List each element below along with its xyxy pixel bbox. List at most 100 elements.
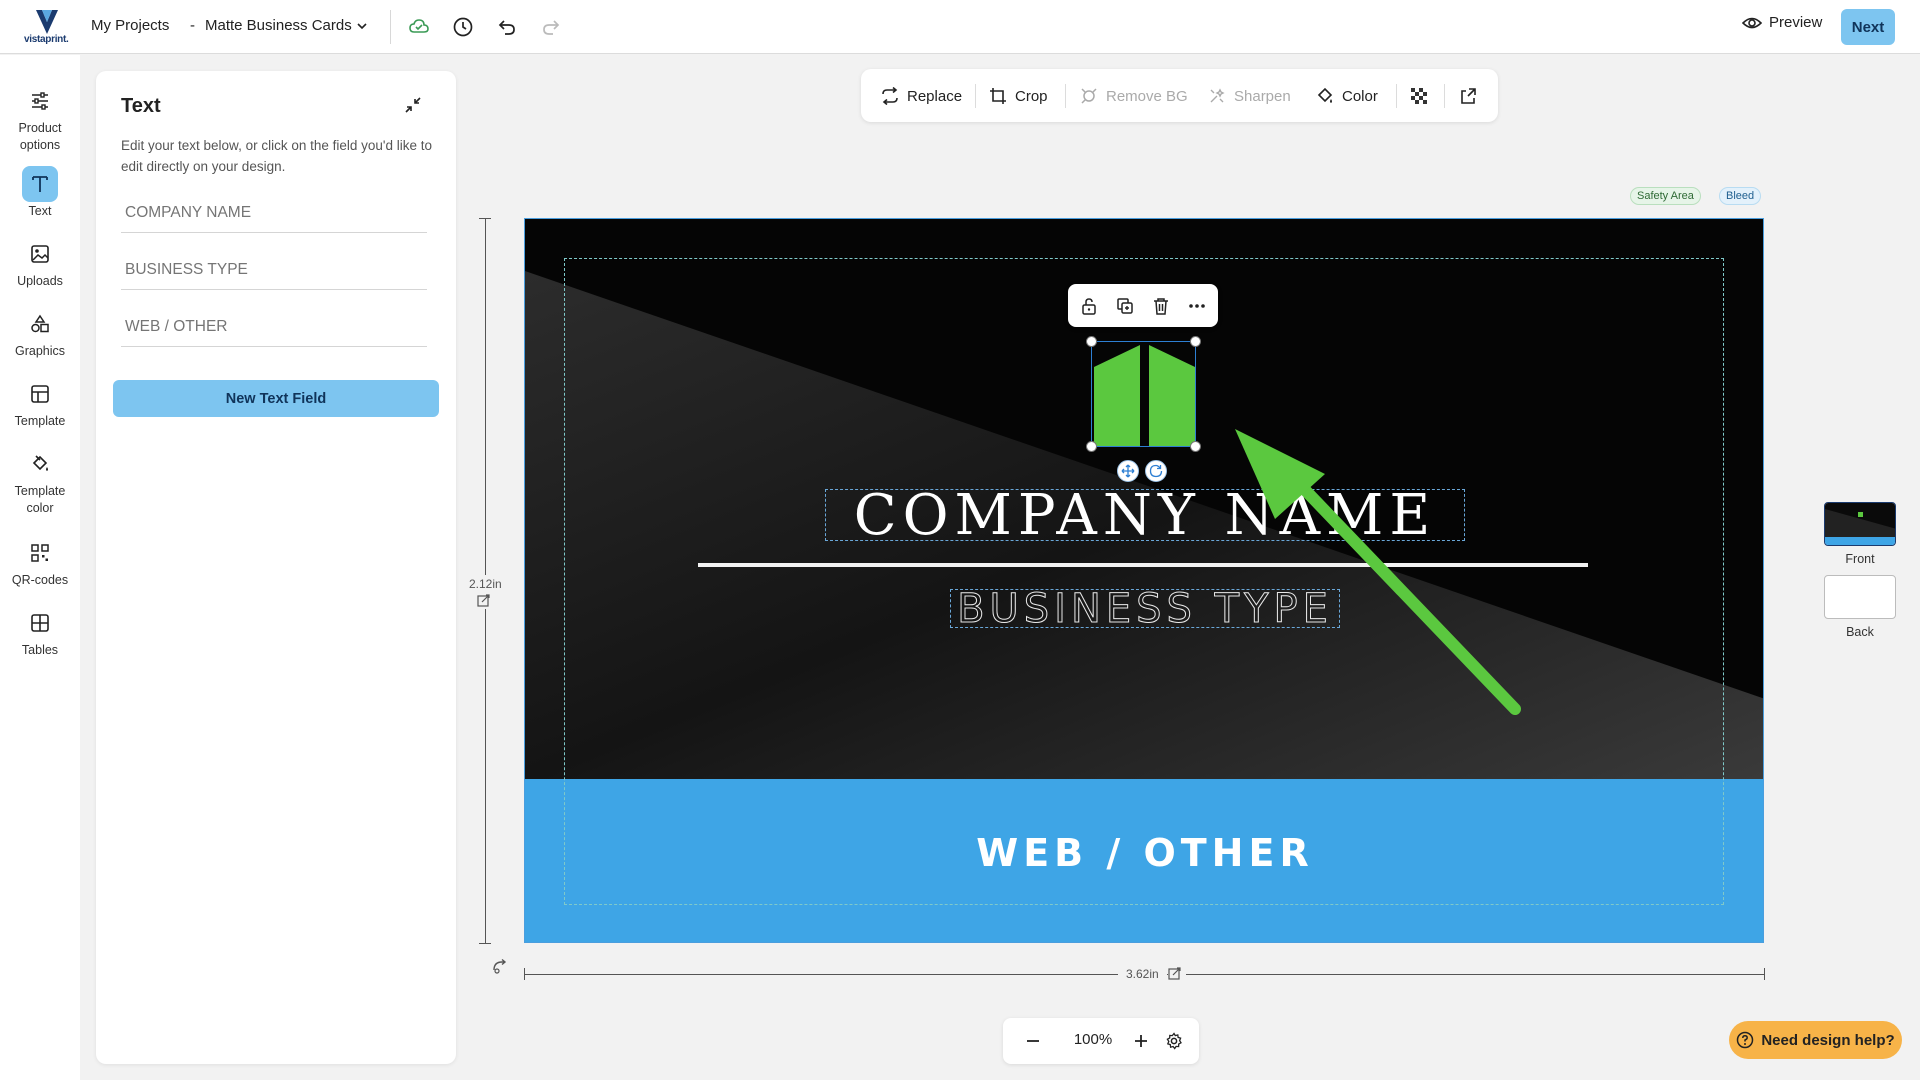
new-text-field-button[interactable]: New Text Field: [113, 380, 439, 417]
qr-code-icon: [22, 535, 58, 571]
panel-description: Edit your text below, or click on the fi…: [121, 138, 432, 174]
rotate-icon[interactable]: [1145, 460, 1167, 482]
redo-icon[interactable]: [538, 14, 564, 40]
resize-handle[interactable]: [1190, 336, 1201, 347]
logo-text: vistaprint.: [24, 34, 69, 45]
eye-icon: [1742, 17, 1762, 28]
safety-area-tag[interactable]: Safety Area: [1630, 187, 1701, 205]
rail-label: Uploads: [17, 274, 63, 288]
need-design-help-button[interactable]: Need design help?: [1729, 1021, 1902, 1059]
share-export-icon[interactable]: [1459, 84, 1477, 108]
cloud-saved-icon[interactable]: [406, 14, 432, 40]
rail-item-product-options[interactable]: Product options: [0, 83, 80, 154]
toolbar-divider: [1065, 84, 1066, 108]
replace-button[interactable]: Replace: [881, 84, 962, 108]
rail-label: Template: [14, 414, 66, 428]
logo-selection-box[interactable]: [1086, 336, 1201, 452]
rail-label: Template color: [14, 484, 66, 515]
back-page-label: Back: [1846, 625, 1874, 639]
back-page-thumbnail[interactable]: [1824, 575, 1896, 619]
rail-item-text[interactable]: Text: [0, 166, 80, 220]
paint-bucket-icon: [22, 446, 58, 482]
rail-item-uploads[interactable]: Uploads: [0, 236, 80, 290]
document-title-dropdown[interactable]: - Matte Business Cards: [190, 17, 368, 34]
ruler-tick: [524, 968, 525, 980]
rail-item-tables[interactable]: Tables: [0, 605, 80, 659]
selection-toolbar: [1068, 284, 1218, 327]
paint-bucket-icon: [1317, 87, 1333, 103]
sharpen-button[interactable]: Sharpen: [1208, 84, 1291, 108]
next-button[interactable]: Next: [1841, 9, 1895, 45]
help-question-icon: [1737, 1031, 1754, 1049]
crop-button[interactable]: Crop: [989, 84, 1048, 108]
rail-item-qr-codes[interactable]: QR-codes: [0, 535, 80, 589]
color-label: Color: [1342, 87, 1378, 105]
ruler-tick: [1764, 968, 1765, 980]
rail-label: QR-codes: [11, 573, 69, 587]
text-panel: Text Edit your text below, or click on t…: [96, 71, 456, 1064]
building-logo[interactable]: [1092, 342, 1197, 448]
doc-title-prefix: -: [190, 17, 195, 34]
business-type-field[interactable]: [121, 250, 427, 290]
panel-title: Text: [121, 95, 161, 117]
rail-label: Product options: [18, 121, 62, 152]
image-icon: [22, 236, 58, 272]
web-other-field[interactable]: [121, 307, 427, 347]
remove-bg-button[interactable]: Remove BG: [1080, 84, 1188, 108]
edit-size-icon[interactable]: [1168, 966, 1186, 982]
width-label: 3.62in: [1118, 967, 1167, 981]
replace-label: Replace: [907, 87, 963, 105]
toolbar-divider: [1396, 84, 1397, 108]
duplicate-icon[interactable]: [1113, 294, 1137, 318]
collapse-icon[interactable]: [401, 93, 425, 117]
rail-item-template-color[interactable]: Template color: [0, 446, 80, 517]
preview-button[interactable]: Preview: [1742, 14, 1822, 31]
toolbar-divider: [1444, 84, 1445, 108]
topbar-divider: [390, 10, 391, 44]
history-icon[interactable]: [450, 14, 476, 40]
bleed-tag[interactable]: Bleed: [1719, 187, 1762, 205]
zoom-value[interactable]: 100%: [1061, 1031, 1125, 1048]
delete-icon[interactable]: [1149, 294, 1173, 318]
my-projects-link[interactable]: My Projects: [91, 17, 169, 34]
resize-handle[interactable]: [1086, 441, 1097, 452]
company-name-field[interactable]: [121, 193, 427, 233]
undo-icon[interactable]: [494, 14, 520, 40]
edit-size-icon[interactable]: [477, 593, 493, 609]
business-card-front[interactable]: COMPANY NAME BUSINESS TYPE WEB / OTHER: [524, 218, 1764, 943]
template-icon: [22, 376, 58, 412]
rotate-canvas-icon[interactable]: [491, 958, 509, 976]
rail-label: Tables: [21, 643, 59, 657]
ruler-tick: [479, 943, 491, 944]
resize-handle[interactable]: [1190, 441, 1201, 452]
zoom-out-button[interactable]: [1021, 1029, 1045, 1053]
rail-label: Text: [28, 204, 52, 218]
top-bar: vistaprint. My Projects - Matte Business…: [0, 0, 1920, 54]
transparency-icon[interactable]: [1410, 84, 1428, 108]
image-toolbar: Replace Crop Remove BG Sharpen Color: [861, 69, 1498, 122]
sharpen-icon: [1210, 88, 1225, 103]
more-options-icon[interactable]: [1185, 294, 1209, 318]
settings-gear-icon[interactable]: [1162, 1029, 1186, 1053]
green-arrow-annotation: [1235, 429, 1521, 715]
replace-icon: [882, 87, 898, 105]
rail-item-graphics[interactable]: Graphics: [0, 306, 80, 360]
crop-label: Crop: [1015, 87, 1048, 105]
text-icon: [22, 166, 58, 202]
zoom-in-button[interactable]: [1129, 1029, 1153, 1053]
crop-icon: [990, 88, 1006, 104]
sliders-icon: [22, 83, 58, 119]
remove-bg-label: Remove BG: [1106, 87, 1188, 105]
color-button[interactable]: Color: [1316, 84, 1378, 108]
unlock-icon[interactable]: [1077, 294, 1101, 318]
rail-item-template[interactable]: Template: [0, 376, 80, 430]
toolbar-divider: [975, 84, 976, 108]
remove-bg-icon: [1081, 88, 1097, 104]
front-page-thumbnail[interactable]: [1824, 502, 1896, 546]
ruler-tick: [479, 218, 491, 219]
zoom-controls: 100%: [1003, 1018, 1199, 1064]
web-other-text[interactable]: WEB / OTHER: [525, 831, 1763, 875]
front-page-label: Front: [1845, 552, 1875, 566]
move-icon[interactable]: [1117, 460, 1139, 482]
resize-handle[interactable]: [1086, 336, 1097, 347]
